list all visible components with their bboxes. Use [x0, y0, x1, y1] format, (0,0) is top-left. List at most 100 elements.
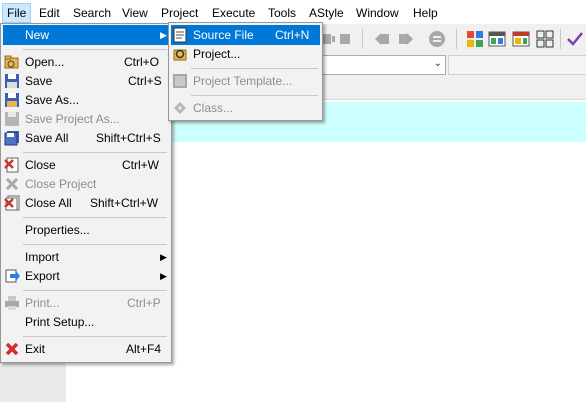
menu-item-label: Save All: [25, 131, 69, 145]
bookmark-prev-icon[interactable]: [374, 30, 392, 48]
new-submenu: Source File Ctrl+N Project... Project Te…: [168, 22, 323, 121]
menu-project[interactable]: Project: [156, 3, 203, 23]
toolbar-separator: [560, 29, 561, 49]
menu-separator: [23, 336, 167, 337]
close-all-icon: [4, 195, 20, 211]
toggle-comment-icon[interactable]: [428, 30, 446, 48]
menu-item-close[interactable]: Close Ctrl+W: [3, 155, 169, 175]
menu-item-save[interactable]: Save Ctrl+S: [3, 71, 169, 91]
save-project-icon: [4, 111, 20, 127]
menu-item-new[interactable]: New ▶: [3, 25, 169, 45]
exit-x-icon: [4, 341, 20, 357]
menu-edit-label: Edit: [39, 6, 60, 20]
menu-file[interactable]: File: [2, 3, 32, 23]
menu-item-properties[interactable]: Properties...: [3, 220, 169, 240]
class-icon: [172, 100, 188, 116]
menu-item-print: Print... Ctrl+P: [3, 293, 169, 313]
menu-item-label: Save Project As...: [25, 112, 120, 126]
class-browser-icon[interactable]: [488, 30, 506, 48]
submenu-arrow-icon: ▶: [160, 30, 167, 40]
menu-file-label: File: [7, 6, 27, 20]
menu-project-label: Project: [161, 6, 199, 20]
menu-astyle-label: AStyle: [309, 6, 344, 20]
menu-item-label: Close: [25, 158, 56, 172]
menu-item-new-project[interactable]: Project...: [171, 44, 320, 64]
menu-item-export[interactable]: Export ▶: [3, 266, 169, 286]
source-file-icon: [172, 27, 188, 43]
menu-item-save-as[interactable]: Save As...: [3, 90, 169, 110]
file-menu: New ▶ Open... Ctrl+O Save Ctrl+S Save As…: [0, 23, 172, 363]
menu-item-close-project: Close Project: [3, 174, 169, 194]
menu-item-import[interactable]: Import ▶: [3, 247, 169, 267]
unindent-icon[interactable]: [336, 30, 354, 48]
menu-search[interactable]: Search: [68, 3, 116, 23]
menu-item-label: Print Setup...: [25, 315, 95, 329]
menu-item-label: New: [25, 28, 50, 42]
menu-separator: [23, 244, 167, 245]
save-as-icon: [4, 92, 20, 108]
menu-item-open[interactable]: Open... Ctrl+O: [3, 52, 169, 72]
menu-separator: [191, 95, 318, 96]
menu-item-label: Export: [25, 269, 60, 283]
menu-separator: [23, 49, 167, 50]
printer-icon: [4, 295, 20, 311]
menu-execute[interactable]: Execute: [207, 3, 260, 23]
menu-item-label: Open...: [25, 55, 65, 69]
menu-tools[interactable]: Tools: [263, 3, 301, 23]
close-project-icon: [4, 176, 20, 192]
project-icon: [172, 46, 188, 62]
menu-window-label: Window: [356, 6, 399, 20]
window-layout-icon[interactable]: [512, 30, 530, 48]
menu-item-close-all[interactable]: Close All Shift+Ctrl+W: [3, 193, 169, 213]
menu-execute-label: Execute: [212, 6, 256, 20]
menu-separator: [23, 217, 167, 218]
menu-item-label: Close All: [25, 196, 72, 210]
toolbar-separator: [456, 29, 457, 49]
menu-help[interactable]: Help: [408, 3, 443, 23]
menu-search-label: Search: [73, 6, 112, 20]
submenu-arrow-icon: ▶: [160, 271, 167, 281]
shortcut-label: Ctrl+S: [128, 74, 162, 88]
menu-item-label: Project...: [193, 47, 241, 61]
class-combo[interactable]: ⌄: [314, 55, 446, 75]
menu-help-label: Help: [413, 6, 438, 20]
menu-view[interactable]: View: [117, 3, 153, 23]
menu-edit[interactable]: Edit: [34, 3, 65, 23]
menu-item-save-all[interactable]: Save All Shift+Ctrl+S: [3, 128, 169, 148]
layout-grid-icon[interactable]: [466, 30, 484, 48]
menu-separator: [191, 68, 318, 69]
template-icon: [172, 73, 188, 89]
member-combo[interactable]: [448, 55, 586, 75]
shortcut-label: Ctrl+W: [122, 158, 159, 172]
menu-item-label: Class...: [193, 101, 234, 115]
checkmark-icon[interactable]: [566, 30, 584, 48]
menu-item-class: Class...: [171, 98, 320, 118]
toolbar-separator: [362, 29, 363, 49]
menu-item-label: Save: [25, 74, 53, 88]
shortcut-label: Shift+Ctrl+W: [90, 196, 159, 210]
menu-item-save-project-as: Save Project As...: [3, 109, 169, 129]
save-disk-icon: [4, 73, 20, 89]
open-folder-icon: [4, 54, 20, 70]
shortcut-label: Alt+F4: [126, 342, 162, 356]
export-icon: [4, 268, 20, 284]
shortcut-label: Ctrl+P: [127, 296, 161, 310]
menu-astyle[interactable]: AStyle: [304, 3, 349, 23]
menu-item-label: Source File: [193, 28, 254, 42]
menu-item-print-setup[interactable]: Print Setup...: [3, 312, 169, 332]
menu-item-source-file[interactable]: Source File Ctrl+N: [171, 25, 320, 45]
save-all-icon: [4, 130, 20, 146]
menu-item-label: Close Project: [25, 177, 97, 191]
menu-view-label: View: [122, 6, 148, 20]
shortcut-label: Shift+Ctrl+S: [96, 131, 161, 145]
menu-item-label: Save As...: [25, 93, 80, 107]
menu-item-label: Import: [25, 250, 60, 264]
menu-separator: [23, 152, 167, 153]
submenu-arrow-icon: ▶: [160, 252, 167, 262]
close-file-icon: [4, 157, 20, 173]
menu-window[interactable]: Window: [351, 3, 404, 23]
bookmark-next-icon[interactable]: [396, 30, 414, 48]
menu-item-label: Properties...: [25, 223, 90, 237]
tile-windows-icon[interactable]: [536, 30, 554, 48]
menu-item-exit[interactable]: Exit Alt+F4: [3, 339, 169, 359]
